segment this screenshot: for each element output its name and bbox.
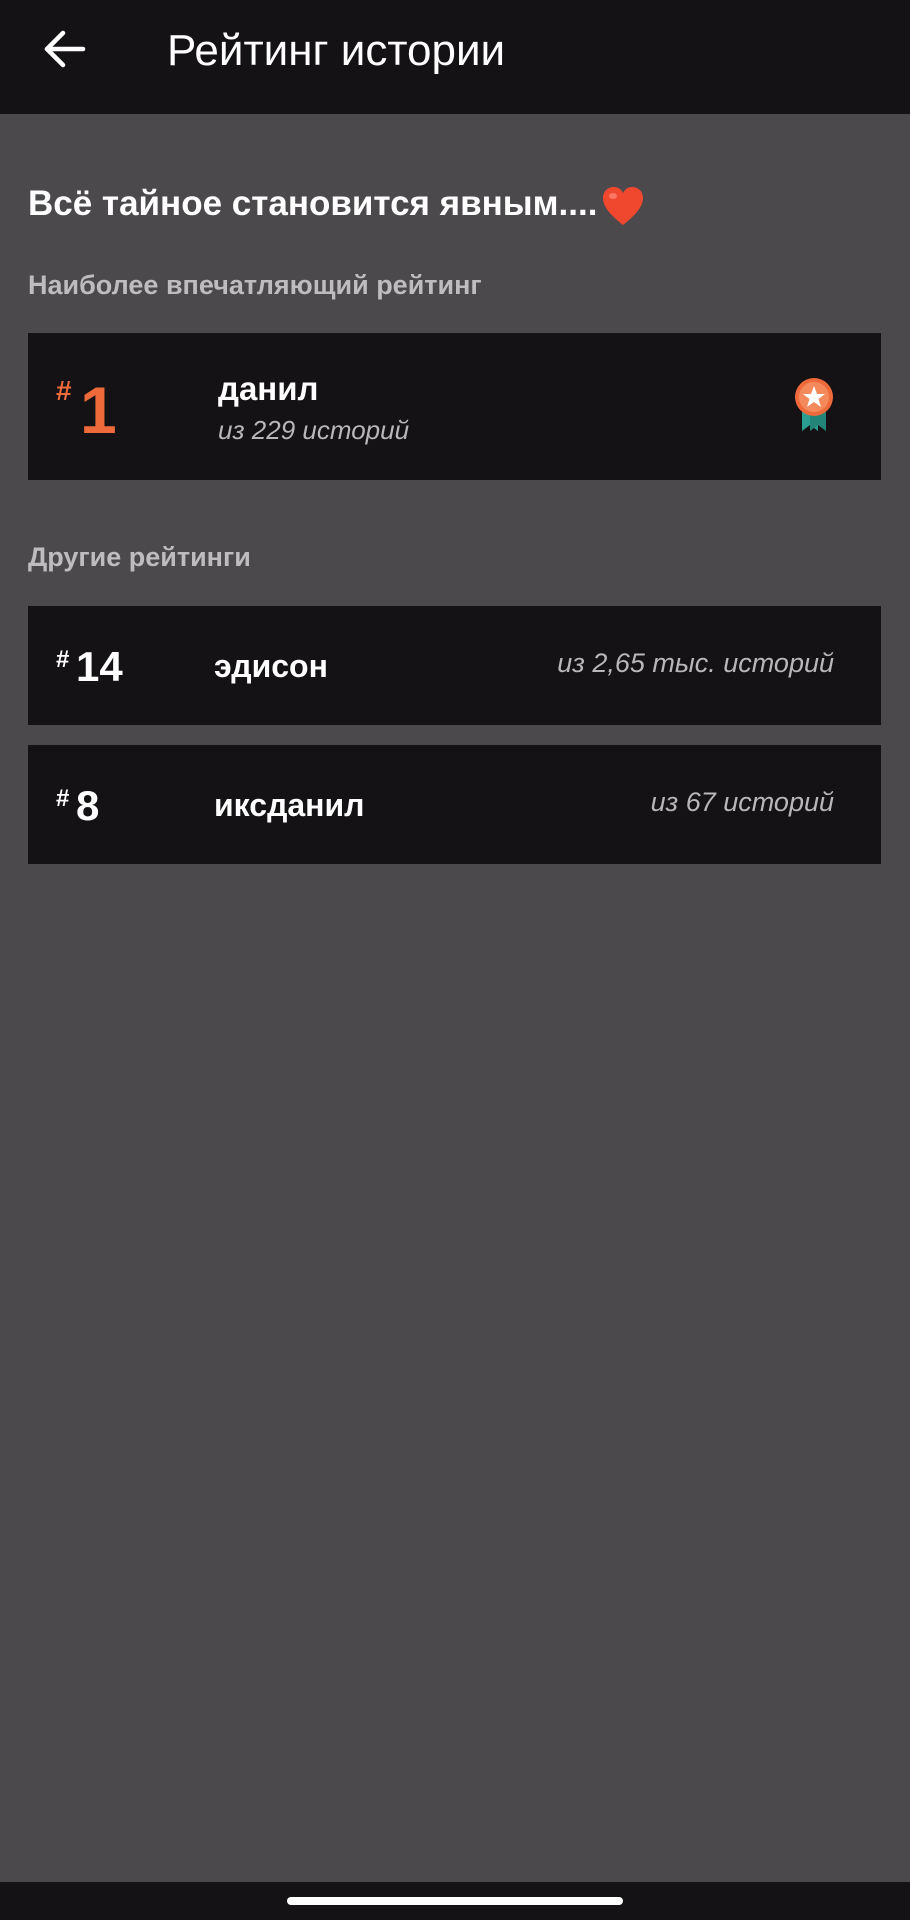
best-rating-card[interactable]: # 1 данил из 229 историй: [28, 333, 881, 480]
story-title: Всё тайное становится явным....: [28, 178, 645, 230]
best-rating-section-label: Наиболее впечатляющий рейтинг: [28, 270, 482, 300]
heart-icon: [603, 187, 644, 225]
rank-hash: #: [56, 375, 72, 406]
arrow-left-icon: [44, 30, 86, 68]
rating-count: из 2,65 тыс. историй: [557, 648, 834, 678]
rank-number: 14: [76, 643, 123, 690]
best-rating-subtitle: из 229 историй: [218, 415, 410, 445]
rating-name: иксданил: [214, 787, 365, 823]
app-bar: Рейтинг истории: [0, 0, 910, 114]
home-indicator[interactable]: [287, 1897, 623, 1905]
system-nav-bar: [0, 1882, 910, 1920]
other-ratings-section-label: Другие рейтинги: [28, 542, 251, 572]
rating-name: эдисон: [214, 648, 328, 684]
medal-icon: [795, 378, 833, 431]
page-title: Рейтинг истории: [167, 26, 506, 75]
rank-hash: #: [56, 646, 70, 673]
rank-number: 1: [80, 373, 117, 447]
rank-number: 8: [76, 782, 100, 829]
back-button[interactable]: [38, 22, 92, 76]
story-title-text: Всё тайное становится явным....: [28, 184, 598, 223]
rank-hash: #: [56, 785, 70, 812]
rating-row[interactable]: # 14 эдисон из 2,65 тыс. историй: [28, 606, 881, 725]
rating-row[interactable]: # 8 иксданил из 67 историй: [28, 745, 881, 864]
rating-count: из 67 историй: [650, 787, 834, 817]
best-rating-name: данил: [218, 370, 319, 407]
